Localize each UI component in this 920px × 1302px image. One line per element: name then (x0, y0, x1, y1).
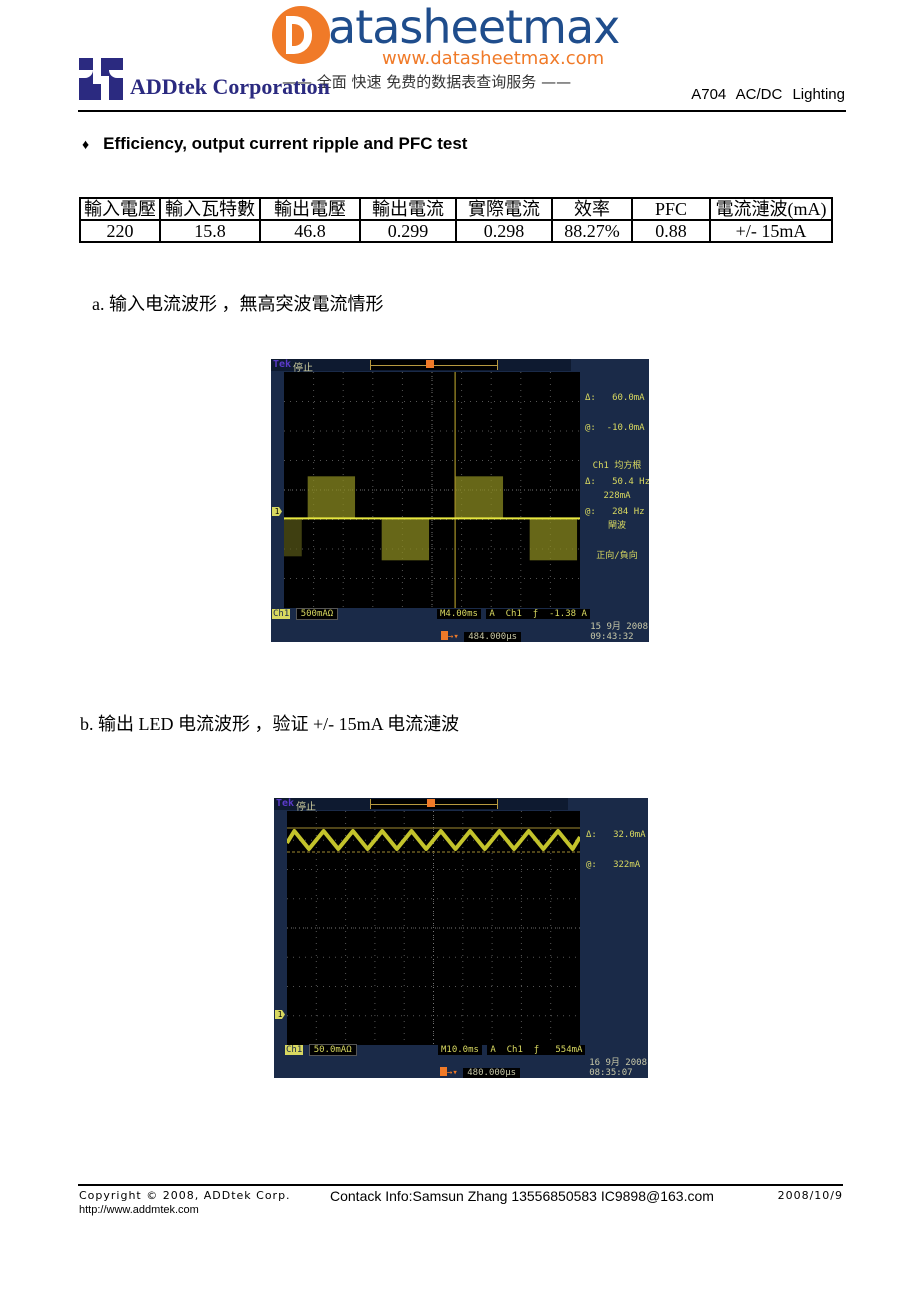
diamond-bullet-icon: ♦ (82, 136, 90, 152)
delay-value: 480.000µs (463, 1068, 521, 1078)
timebase: M4.00ms (437, 609, 481, 619)
cursor-readout: Δ: 32.0mA (586, 830, 646, 840)
footer-date: 2008/10/9 (777, 1189, 843, 1202)
table-header-cell: 輸入電壓 (79, 197, 161, 221)
burst-negative (529, 518, 578, 561)
trigger-icon (441, 631, 448, 640)
watermark-brand: atasheetmax (328, 0, 620, 54)
trigger-position-icon (427, 799, 435, 807)
scope-timestamp: 15 9月 2008 09:43:32 (590, 622, 648, 642)
trigger-icon (440, 1067, 447, 1076)
trigger-position-bar (370, 360, 498, 370)
table-cell: 220 (79, 219, 161, 243)
measurement-line: 228mA (603, 491, 631, 501)
table-cell: +/- 15mA (709, 219, 833, 243)
delay-value: 484.000µs (464, 632, 522, 642)
scope-time: 09:43:32 (590, 632, 634, 642)
footer-copyright: Copyright © 2008, ADDtek Corp. (79, 1189, 291, 1202)
oscilloscope-input-current: Tek 停止 T 1 Δ: 60.0mA @: -10.0mA Δ: 50.4 … (271, 359, 649, 642)
table-header-cell: 電流漣波(mA) (709, 197, 833, 221)
scope-screen (285, 811, 582, 1045)
table-header-cell: 輸出電壓 (259, 197, 361, 221)
measurement-readout: Ch1 均方根 228mA 閘波 正向/負向 (589, 441, 645, 581)
timebase-readout: M10.0ms A Ch1 ƒ 554mA (438, 1045, 586, 1055)
timebase: M10.0ms (438, 1045, 482, 1055)
scope-time: 08:35:07 (589, 1068, 633, 1078)
section-title-text: Efficiency, output current ripple and PF… (103, 134, 468, 153)
footer-divider (78, 1184, 843, 1186)
trigger-setting: A Ch1 ƒ 554mA (487, 1045, 586, 1055)
burst-negative-partial (284, 518, 302, 557)
scope-brand: Tek (276, 798, 295, 809)
table-row: 220 15.8 46.8 0.299 0.298 88.27% 0.88 +/… (79, 219, 833, 243)
burst-positive (455, 476, 504, 519)
company-name: ADDtek Corporation (130, 74, 330, 99)
measurement-line: 正向/負向 (596, 551, 638, 561)
cursor-readout: @: 322mA (586, 860, 641, 870)
channel-label: Ch1 (272, 609, 291, 619)
table-cell: 0.298 (455, 219, 553, 243)
ground-marker-icon: 1 (275, 1010, 285, 1019)
waveform-plot (284, 372, 580, 608)
channel-scale: 500mAΩ (295, 608, 339, 620)
trigger-setting: A Ch1 ƒ -1.38 A (486, 609, 590, 619)
ground-marker-icon: 1 (272, 507, 282, 516)
burst-negative (381, 518, 430, 561)
cursor-readouts: Δ: 32.0mA @: 322mA (586, 810, 646, 890)
table-header-cell: PFC (631, 197, 711, 221)
scope-screen (284, 372, 580, 608)
footer-url[interactable]: http://www.addmtek.com (79, 1204, 199, 1216)
addtek-logo-icon (79, 58, 123, 100)
measurement-line: 閘波 (607, 521, 626, 531)
trigger-position-icon (426, 360, 434, 368)
burst-positive (307, 476, 356, 519)
ripple-waveform (285, 829, 582, 851)
footer-contact: Contack Info:Samsun Zhang 13556850583 IC… (330, 1188, 714, 1204)
header-divider (78, 110, 846, 112)
channel-label: Ch1 (285, 1045, 304, 1055)
trigger-delay: →▾ 484.000µs (441, 631, 522, 642)
scope-date: 15 9月 2008 (590, 622, 648, 632)
table-header-row: 輸入電壓 輸入瓦特數 輸出電壓 輸出電流 實際電流 效率 PFC 電流漣波(mA… (79, 197, 833, 221)
channel-readout: Ch1 500mAΩ (272, 608, 339, 620)
scope-timestamp: 16 9月 2008 08:35:07 (589, 1058, 647, 1078)
document-tag: A704 AC/DC Lighting (691, 86, 845, 103)
trigger-delay: →▾ 480.000µs (440, 1067, 521, 1078)
spec-table: 輸入電壓 輸入瓦特數 輸出電壓 輸出電流 實際電流 效率 PFC 電流漣波(mA… (79, 197, 833, 243)
table-header-cell: 實際電流 (455, 197, 553, 221)
caption-output-current: b. 输出 LED 电流波形 ，验证 +/- 15mA 电流漣波 (80, 714, 460, 734)
table-header-cell: 輸入瓦特數 (159, 197, 261, 221)
waveform-plot (285, 811, 582, 1045)
table-cell: 0.88 (631, 219, 711, 243)
channel-readout: Ch1 50.0mAΩ (285, 1044, 357, 1056)
table-header-cell: 效率 (551, 197, 633, 221)
timebase-readout: M4.00ms A Ch1 ƒ -1.38 A (437, 609, 590, 619)
table-cell: 15.8 (159, 219, 261, 243)
table-header-cell: 輸出電流 (359, 197, 457, 221)
caption-input-current: a. 输入电流波形 ，無高突波電流情形 (92, 294, 384, 314)
table-cell: 88.27% (551, 219, 633, 243)
table-cell: 0.299 (359, 219, 457, 243)
cursor-readout: @: -10.0mA (585, 423, 645, 433)
scope-brand: Tek (273, 359, 292, 370)
oscilloscope-output-ripple: Tek 停止 T 1 Δ: 32.0mA @: 322mA Ch1 50.0mA… (274, 798, 648, 1078)
measurement-line: Ch1 均方根 (592, 461, 642, 471)
channel-scale: 50.0mAΩ (308, 1044, 357, 1056)
scope-date: 16 9月 2008 (589, 1058, 647, 1068)
cursor-readout: Δ: 60.0mA (585, 393, 645, 403)
watermark-url[interactable]: www.datasheetmax.com (382, 48, 604, 69)
table-cell: 46.8 (259, 219, 361, 243)
section-title: ♦ Efficiency, output current ripple and P… (82, 134, 467, 154)
